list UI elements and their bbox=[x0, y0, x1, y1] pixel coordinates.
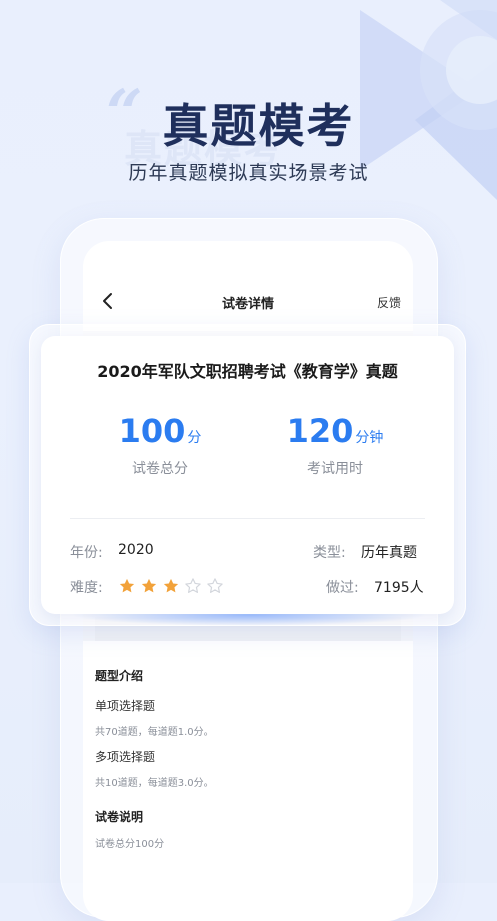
duration-stat: 120 分钟 考试用时 bbox=[255, 412, 415, 478]
star-empty-icon bbox=[185, 578, 201, 593]
star-empty-icon bbox=[207, 578, 223, 593]
done-count-label: 做过: bbox=[326, 580, 359, 596]
star-filled-icon bbox=[163, 578, 179, 593]
total-score-unit: 分 bbox=[187, 430, 202, 446]
hero-title: 真题模考 bbox=[162, 99, 355, 153]
duration-unit: 分钟 bbox=[355, 430, 384, 446]
done-count-value: 7195人 bbox=[374, 580, 424, 596]
duration-value: 120 bbox=[286, 412, 354, 450]
exam-info-panel: 题型介绍 单项选择题 共70道题，每道题1.0分。 多项选择题 共10道题，每道… bbox=[83, 641, 413, 921]
total-score-label: 试卷总分 bbox=[132, 461, 188, 477]
divider bbox=[70, 518, 425, 519]
nav-bar: 试卷详情 反馈 bbox=[83, 241, 413, 331]
exam-notes-heading: 试卷说明 bbox=[95, 810, 144, 824]
total-score-stat: 100 分 试卷总分 bbox=[80, 412, 240, 478]
star-filled-icon bbox=[119, 578, 135, 593]
exam-notes-desc: 试卷总分100分 bbox=[95, 839, 165, 850]
type-label: 类型: bbox=[313, 545, 346, 561]
question-type-title: 多项选择题 bbox=[95, 750, 156, 764]
question-type-title: 单项选择题 bbox=[95, 699, 156, 713]
year-label: 年份: bbox=[70, 545, 103, 561]
type-value: 历年真题 bbox=[361, 545, 417, 561]
difficulty-rating bbox=[118, 577, 224, 595]
duration-label: 考试用时 bbox=[307, 461, 363, 477]
exam-title: 2020年军队文职招聘考试《教育学》真题 bbox=[97, 362, 398, 381]
page-title: 试卷详情 bbox=[221, 297, 274, 312]
feedback-button[interactable]: 反馈 bbox=[377, 294, 401, 311]
total-score-value: 100 bbox=[118, 412, 186, 450]
difficulty-label: 难度: bbox=[70, 580, 103, 596]
star-filled-icon bbox=[141, 578, 157, 593]
question-type-desc: 共70道题，每道题1.0分。 bbox=[95, 727, 214, 738]
question-type-desc: 共10道题，每道题3.0分。 bbox=[95, 778, 214, 789]
hero-subtitle: 历年真题模拟真实场景考试 bbox=[128, 162, 369, 184]
exam-summary-card: 2020年军队文职招聘考试《教育学》真题 100 分 试卷总分 120 分钟 考试用… bbox=[41, 336, 454, 614]
year-value: 2020 bbox=[118, 542, 154, 558]
question-types-heading: 题型介绍 bbox=[95, 669, 144, 683]
